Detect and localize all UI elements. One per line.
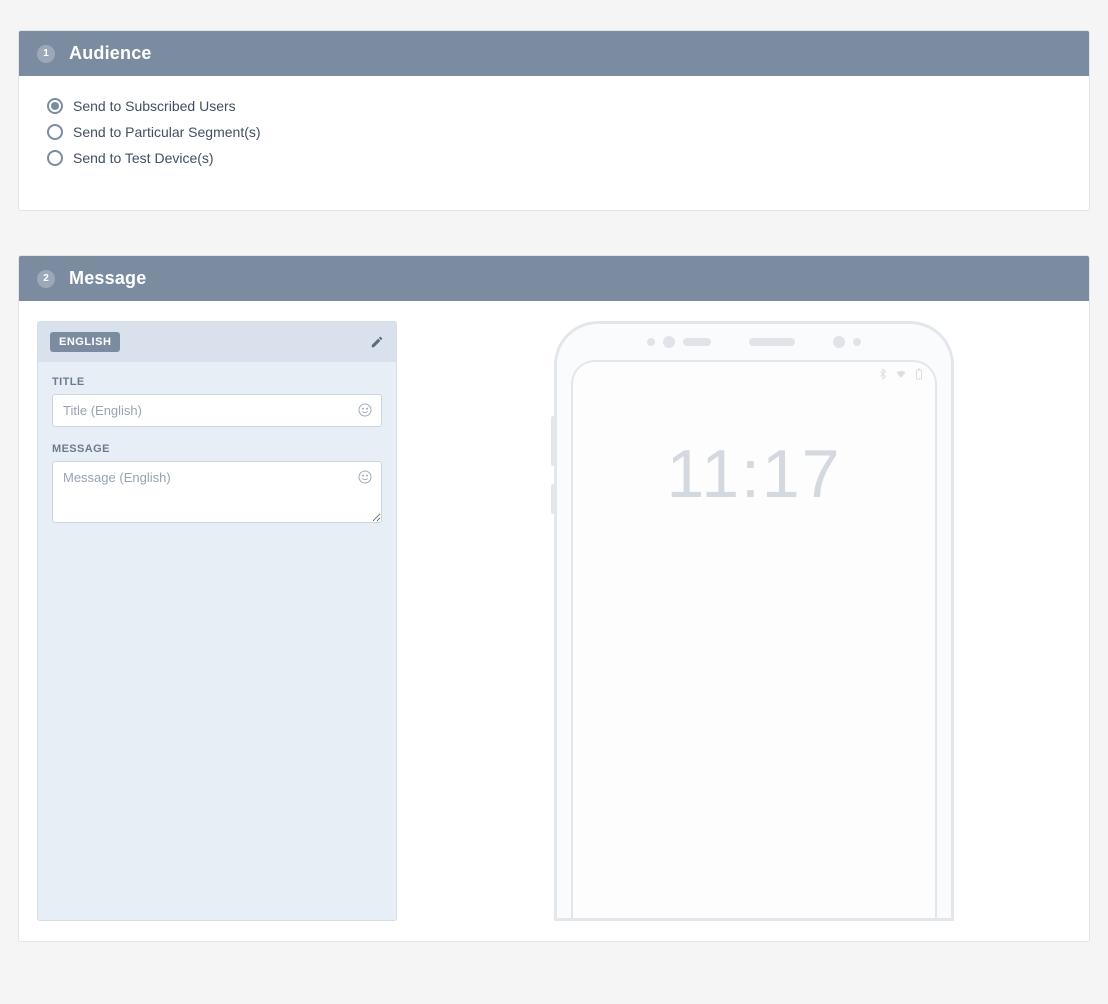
audience-title: Audience <box>69 43 152 64</box>
title-field-label: TITLE <box>52 376 382 388</box>
phone-side-button <box>551 416 555 466</box>
phone-side-button <box>551 484 555 514</box>
message-card: 2 Message ENGLISH TITLE <box>18 255 1090 942</box>
radio-icon <box>47 150 63 166</box>
audience-card: 1 Audience Send to Subscribed Users Send… <box>18 30 1090 211</box>
message-step-badge: 2 <box>37 270 55 288</box>
radio-icon <box>47 124 63 140</box>
emoji-icon[interactable] <box>357 402 373 418</box>
message-body: ENGLISH TITLE <box>19 301 1089 941</box>
battery-icon <box>913 368 925 380</box>
phone-top-sensors <box>557 324 951 360</box>
title-input-wrap <box>52 394 382 427</box>
phone-status-bar <box>573 362 935 380</box>
sensor-bar <box>683 338 711 346</box>
audience-step-badge: 1 <box>37 45 55 63</box>
audience-option-label: Send to Subscribed Users <box>73 98 236 114</box>
sensor-dot <box>663 336 675 348</box>
preview-clock: 11:17 <box>573 440 935 508</box>
preview-column: 11:17 <box>437 321 1071 921</box>
message-input[interactable] <box>52 461 382 523</box>
message-field-label: MESSAGE <box>52 443 382 455</box>
audience-option-label: Send to Particular Segment(s) <box>73 124 261 140</box>
bluetooth-icon <box>877 368 889 380</box>
audience-option-label: Send to Test Device(s) <box>73 150 214 166</box>
message-header: 2 Message <box>19 256 1089 301</box>
speaker-icon <box>749 338 795 346</box>
wifi-icon <box>895 368 907 380</box>
audience-body: Send to Subscribed Users Send to Particu… <box>19 76 1089 210</box>
edit-icon[interactable] <box>370 335 384 349</box>
message-title: Message <box>69 268 146 289</box>
message-editor-body: TITLE MESSAGE <box>38 362 396 554</box>
audience-header: 1 Audience <box>19 31 1089 76</box>
sensor-dot <box>647 338 655 346</box>
audience-option-test-devices[interactable]: Send to Test Device(s) <box>47 150 1061 166</box>
message-editor-header: ENGLISH <box>38 322 396 362</box>
page-root: 1 Audience Send to Subscribed Users Send… <box>0 0 1108 1004</box>
phone-screen: 11:17 <box>571 360 937 918</box>
phone-mockup: 11:17 <box>554 321 954 921</box>
language-pill[interactable]: ENGLISH <box>50 332 120 352</box>
message-editor-panel: ENGLISH TITLE <box>37 321 397 921</box>
message-input-wrap <box>52 461 382 526</box>
sensor-dot <box>833 336 845 348</box>
audience-option-subscribed[interactable]: Send to Subscribed Users <box>47 98 1061 114</box>
sensor-dot <box>853 338 861 346</box>
radio-icon <box>47 98 63 114</box>
title-input[interactable] <box>52 394 382 427</box>
emoji-icon[interactable] <box>357 469 373 485</box>
audience-option-segments[interactable]: Send to Particular Segment(s) <box>47 124 1061 140</box>
